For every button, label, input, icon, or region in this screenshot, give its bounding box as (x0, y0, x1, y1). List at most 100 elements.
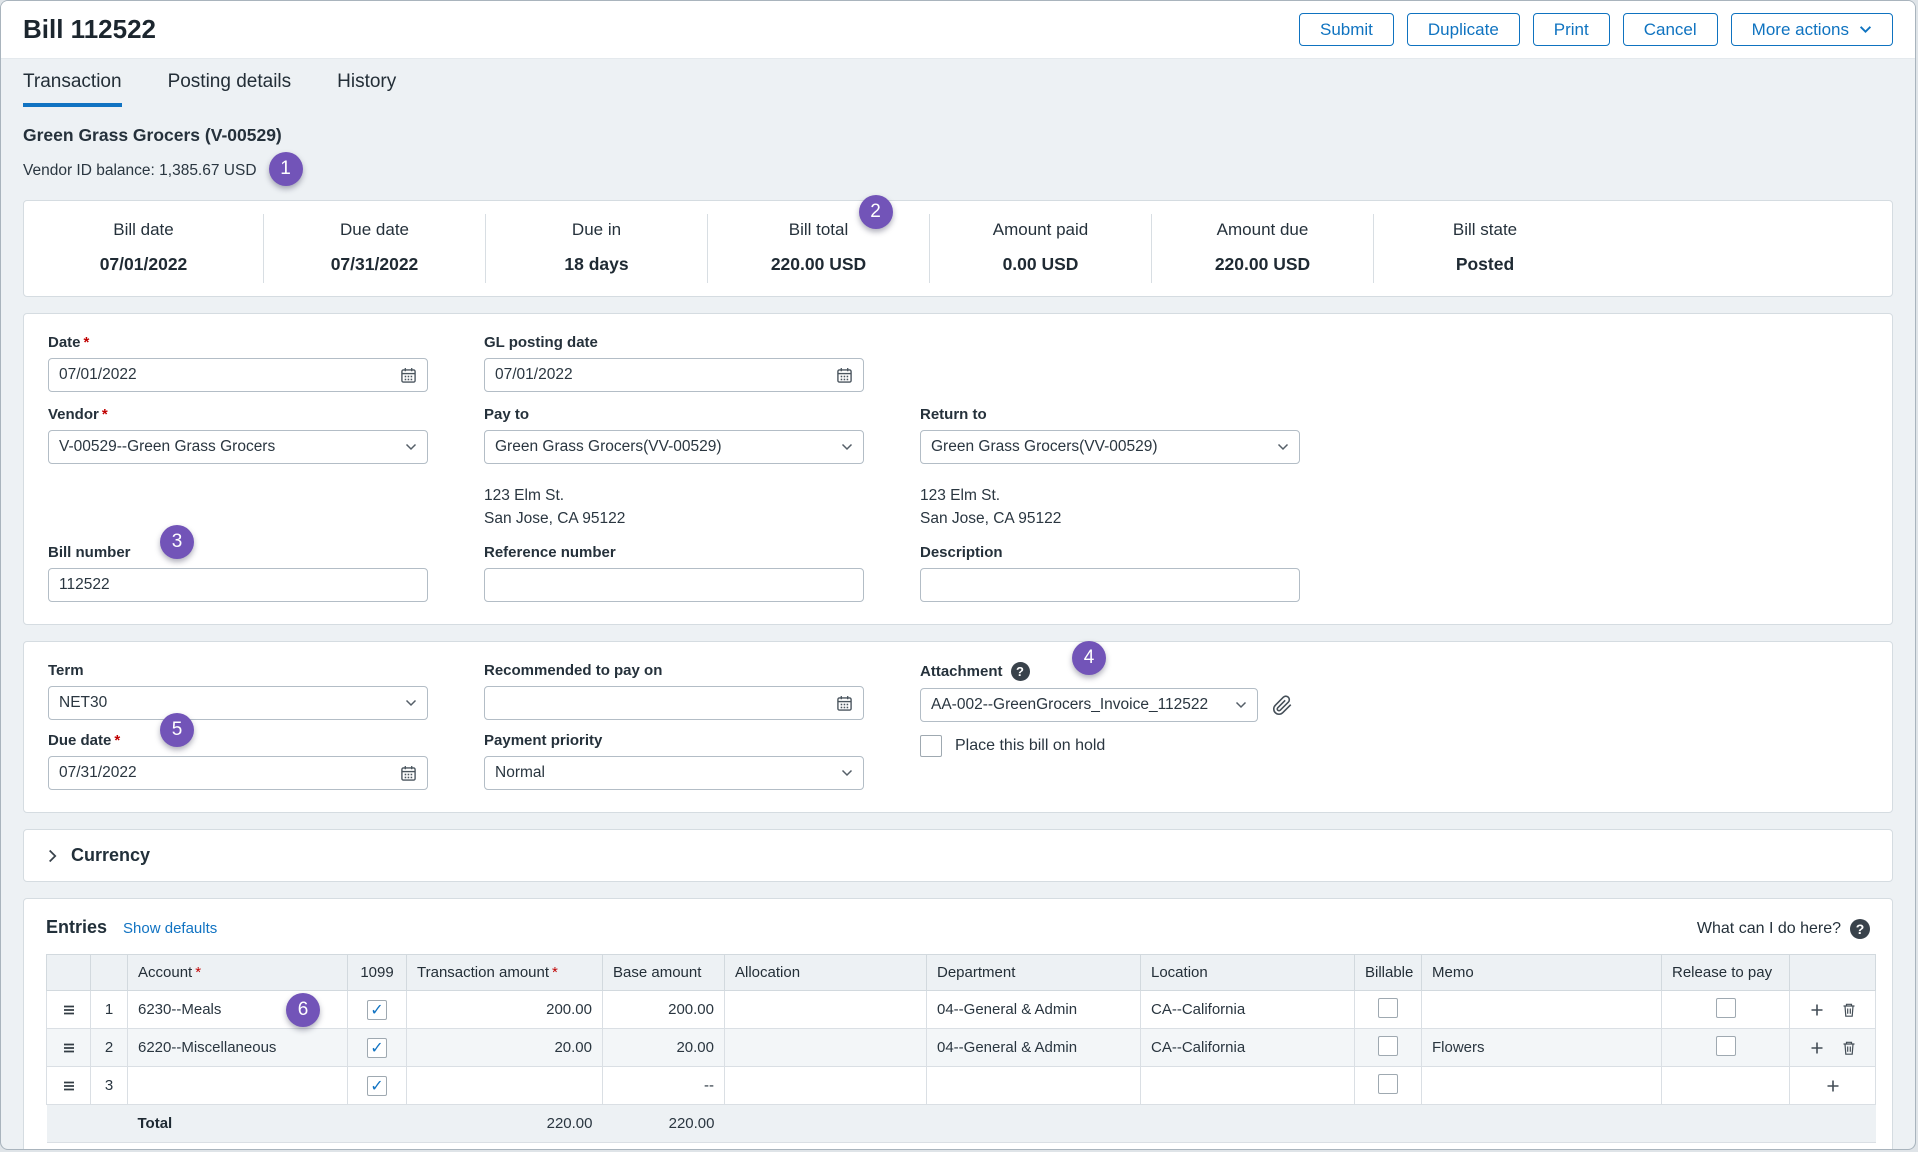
department-cell[interactable]: 04--General & Admin (927, 1029, 1141, 1067)
return-to-select[interactable]: Green Grass Grocers(VV-00529) (920, 430, 1300, 464)
memo-cell[interactable] (1422, 1067, 1662, 1105)
add-row-button[interactable] (1825, 1078, 1841, 1094)
address-line-1: 123 Elm St. (484, 484, 864, 507)
calendar-icon[interactable] (400, 367, 417, 384)
recommended-pay-input[interactable] (484, 686, 864, 720)
tab-transaction[interactable]: Transaction (23, 71, 122, 107)
duplicate-button[interactable]: Duplicate (1407, 13, 1520, 46)
currency-toggle[interactable]: Currency (24, 830, 1892, 881)
location-cell[interactable]: CA--California (1141, 991, 1355, 1029)
print-button[interactable]: Print (1533, 13, 1610, 46)
pay-to-select[interactable]: Green Grass Grocers(VV-00529) (484, 430, 864, 464)
account-cell[interactable]: 6230--Meals 6 (128, 991, 348, 1029)
payment-priority-select[interactable]: Normal (484, 756, 864, 790)
add-row-button[interactable] (1809, 1040, 1825, 1056)
col-department: Department (927, 955, 1141, 991)
col-billable: Billable (1355, 955, 1422, 991)
checkbox-1099[interactable] (367, 1038, 387, 1058)
location-cell[interactable] (1141, 1067, 1355, 1105)
required-mark: * (114, 732, 120, 749)
location-cell[interactable]: CA--California (1141, 1029, 1355, 1067)
transaction-amount-cell[interactable]: 200.00 (407, 991, 603, 1029)
delete-row-button[interactable] (1841, 1040, 1857, 1056)
pay-to-label: Pay to (484, 406, 864, 423)
hold-checkbox[interactable] (920, 735, 942, 757)
department-cell[interactable] (927, 1067, 1141, 1105)
checkbox-release-to-pay[interactable] (1716, 998, 1736, 1018)
submit-button[interactable]: Submit (1299, 13, 1394, 46)
calendar-icon[interactable] (836, 367, 853, 384)
entry-row-1: 1 6230--Meals 6 200.00 200.00 04--Genera… (47, 991, 1876, 1029)
step-badge-4: 4 (1072, 641, 1106, 675)
total-transaction-amount: 220.00 (407, 1105, 603, 1143)
date-input[interactable]: 07/01/2022 (48, 358, 428, 392)
account-cell[interactable] (128, 1067, 348, 1105)
account-value: 6230--Meals (138, 1001, 221, 1018)
step-badge-3: 3 (160, 525, 194, 559)
help-icon[interactable]: ? (1850, 919, 1870, 939)
cancel-button[interactable]: Cancel (1623, 13, 1718, 46)
bill-number-input[interactable]: 112522 (48, 568, 428, 602)
entries-title: Entries (46, 917, 107, 938)
summary-label: Due in (490, 220, 703, 240)
delete-row-button[interactable] (1841, 1002, 1857, 1018)
total-label: Total (128, 1105, 348, 1143)
account-cell[interactable]: 6220--Miscellaneous (128, 1029, 348, 1067)
checkbox-billable[interactable] (1378, 1036, 1398, 1056)
transaction-amount-cell[interactable]: 20.00 (407, 1029, 603, 1067)
summary-item-bill-date: Bill date 07/01/2022 (24, 214, 264, 283)
memo-cell[interactable] (1422, 991, 1662, 1029)
allocation-cell[interactable] (725, 1067, 927, 1105)
base-amount-cell: 200.00 (603, 991, 725, 1029)
drag-handle-icon[interactable] (51, 1078, 86, 1094)
entry-row-3: 3 -- (47, 1067, 1876, 1105)
entries-table: Account* 1099 Transaction amount* Base a… (46, 954, 1876, 1143)
more-actions-button[interactable]: More actions (1731, 13, 1893, 46)
memo-cell[interactable]: Flowers (1422, 1029, 1662, 1067)
summary-value: 0.00 USD (934, 254, 1147, 275)
entry-row-2: 2 6220--Miscellaneous 20.00 20.00 04--Ge… (47, 1029, 1876, 1067)
transaction-amount-cell[interactable] (407, 1067, 603, 1105)
drag-handle-icon[interactable] (51, 1002, 86, 1018)
checkbox-billable[interactable] (1378, 1074, 1398, 1094)
calendar-icon[interactable] (836, 695, 853, 712)
entries-card: Entries Show defaults What can I do here… (23, 898, 1893, 1150)
chevron-down-icon (405, 443, 417, 451)
due-date-input[interactable]: 07/31/2022 (48, 756, 428, 790)
more-actions-label: More actions (1752, 21, 1849, 38)
attachment-help-icon[interactable]: ? (1011, 662, 1030, 681)
calendar-icon[interactable] (400, 765, 417, 782)
checkbox-1099[interactable] (367, 1000, 387, 1020)
description-input[interactable] (920, 568, 1300, 602)
term-select[interactable]: NET30 (48, 686, 428, 720)
checkbox-billable[interactable] (1378, 998, 1398, 1018)
add-row-button[interactable] (1809, 1002, 1825, 1018)
payment-priority-label: Payment priority (484, 732, 864, 749)
vendor-select[interactable]: V-00529--Green Grass Grocers (48, 430, 428, 464)
tab-history[interactable]: History (337, 71, 396, 107)
currency-section: Currency (23, 829, 1893, 882)
reference-number-input[interactable] (484, 568, 864, 602)
drag-handle-icon[interactable] (51, 1040, 86, 1056)
col-base-amount: Base amount (603, 955, 725, 991)
allocation-cell[interactable] (725, 991, 927, 1029)
gl-posting-date-input[interactable]: 07/01/2022 (484, 358, 864, 392)
summary-value: 07/01/2022 (28, 254, 259, 275)
gl-posting-date-field: GL posting date 07/01/2022 (484, 334, 864, 392)
department-cell[interactable]: 04--General & Admin (927, 991, 1141, 1029)
allocation-cell[interactable] (725, 1029, 927, 1067)
checkbox-release-to-pay[interactable] (1716, 1036, 1736, 1056)
summary-item-amount-due: Amount due 220.00 USD (1152, 214, 1374, 283)
due-date-field: 5 Due date* 07/31/2022 (48, 732, 428, 790)
summary-label: Amount paid (934, 220, 1147, 240)
required-mark: * (102, 406, 108, 423)
attachment-value: AA-002--GreenGrocers_Invoice_112522 (931, 696, 1235, 714)
show-defaults-link[interactable]: Show defaults (123, 920, 217, 937)
summary-value: 220.00 USD (1156, 254, 1369, 275)
base-amount-cell: 20.00 (603, 1029, 725, 1067)
attachment-select[interactable]: AA-002--GreenGrocers_Invoice_112522 (920, 688, 1258, 722)
chevron-down-icon (841, 443, 853, 451)
checkbox-1099[interactable] (367, 1076, 387, 1096)
tab-posting-details[interactable]: Posting details (168, 71, 292, 107)
paperclip-icon[interactable] (1272, 695, 1293, 716)
